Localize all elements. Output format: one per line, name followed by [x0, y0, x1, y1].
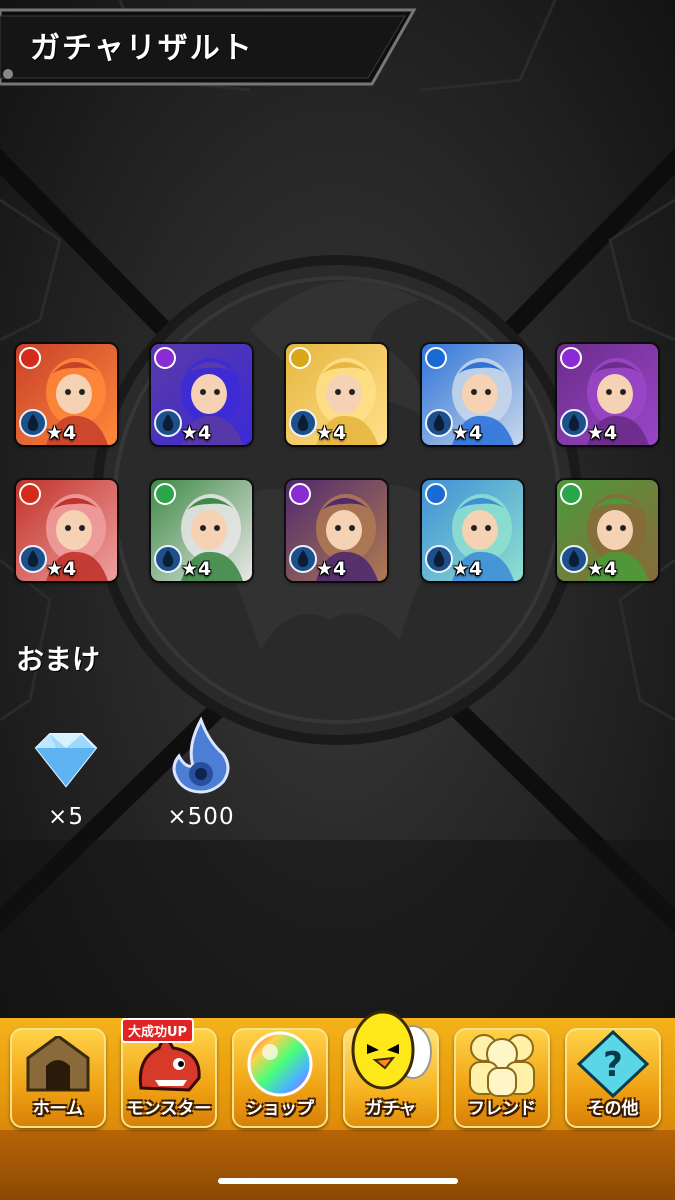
monster-card[interactable]: ★4	[151, 344, 252, 445]
bonus-count: ×500	[167, 804, 235, 830]
monster-card[interactable]: ★4	[286, 344, 387, 445]
gacha-egg-icon	[351, 1010, 432, 1090]
element-badge-icon	[560, 347, 582, 369]
rarity-label: ★4	[181, 422, 212, 444]
nav-friend-button[interactable]: フレンド	[448, 1022, 556, 1132]
svg-text:?: ?	[603, 1045, 623, 1085]
soul-drop-icon	[560, 409, 588, 437]
friend-icon	[469, 1034, 535, 1097]
rarity-label: ★4	[316, 422, 347, 444]
element-badge-icon	[289, 347, 311, 369]
element-badge-icon	[19, 347, 41, 369]
shop-orb-icon	[247, 1031, 313, 1097]
page-title: ガチャリザルト	[30, 31, 254, 66]
monster-card[interactable]: ★4	[422, 480, 523, 581]
bottom-nav: ホーム 大成功UP モンスター ショップ ガチャ フレンド ? その他	[0, 1010, 675, 1200]
bonus-title: おまけ	[16, 643, 101, 676]
rarity-label: ★4	[452, 558, 483, 580]
soul-drop-icon	[154, 545, 182, 573]
rarity-label: ★4	[587, 422, 618, 444]
nav-label: ホーム	[32, 1099, 84, 1119]
monster-card[interactable]: ★4	[286, 480, 387, 581]
home-icon	[26, 1030, 90, 1092]
element-badge-icon	[154, 347, 176, 369]
monster-card[interactable]: ★4	[16, 344, 117, 445]
element-badge-icon	[425, 483, 447, 505]
soul-drop-icon	[425, 545, 453, 573]
diamond-icon	[34, 733, 98, 788]
nav-other-button[interactable]: ? その他	[559, 1022, 667, 1132]
soul-drop-icon	[289, 545, 317, 573]
nav-shop-button[interactable]: ショップ	[226, 1022, 334, 1132]
other-icon: ?	[576, 1029, 650, 1098]
soul-drop-icon	[560, 545, 588, 573]
soul-drop-icon	[154, 409, 182, 437]
nav-label: その他	[587, 1099, 639, 1119]
element-badge-icon	[154, 483, 176, 505]
soul-drop-icon	[19, 409, 47, 437]
rarity-label: ★4	[46, 558, 77, 580]
nav-gacha-button[interactable]: ガチャ	[337, 1010, 445, 1132]
soul-drop-icon	[425, 409, 453, 437]
soul-drop-icon	[289, 409, 317, 437]
nav-label: ガチャ	[365, 1099, 417, 1119]
element-badge-icon	[560, 483, 582, 505]
nav-label: モンスター	[126, 1099, 212, 1119]
rarity-label: ★4	[587, 558, 618, 580]
bonus-item-diamond: ×5	[16, 716, 116, 836]
rarity-label: ★4	[46, 422, 77, 444]
nav-monster-button[interactable]: 大成功UP モンスター	[115, 1018, 223, 1132]
monster-card[interactable]: ★4	[16, 480, 117, 581]
rarity-label: ★4	[316, 558, 347, 580]
monster-card[interactable]: ★4	[151, 480, 252, 581]
monster-card[interactable]: ★4	[557, 480, 658, 581]
rarity-label: ★4	[181, 558, 212, 580]
rarity-label: ★4	[452, 422, 483, 444]
nav-label: ショップ	[246, 1099, 314, 1119]
soul-drop-icon	[19, 545, 47, 573]
monster-card[interactable]: ★4	[557, 344, 658, 445]
monster-card[interactable]: ★4	[422, 344, 523, 445]
monster-badge: 大成功UP	[121, 1018, 195, 1043]
bonus-item-soul: ×500	[151, 716, 251, 836]
home-indicator	[218, 1178, 458, 1184]
nav-label: フレンド	[468, 1099, 536, 1119]
element-badge-icon	[289, 483, 311, 505]
nav-home-button[interactable]: ホーム	[4, 1022, 112, 1132]
soul-flame-icon	[172, 716, 230, 794]
element-badge-icon	[19, 483, 41, 505]
element-badge-icon	[425, 347, 447, 369]
bonus-count: ×5	[48, 804, 84, 830]
